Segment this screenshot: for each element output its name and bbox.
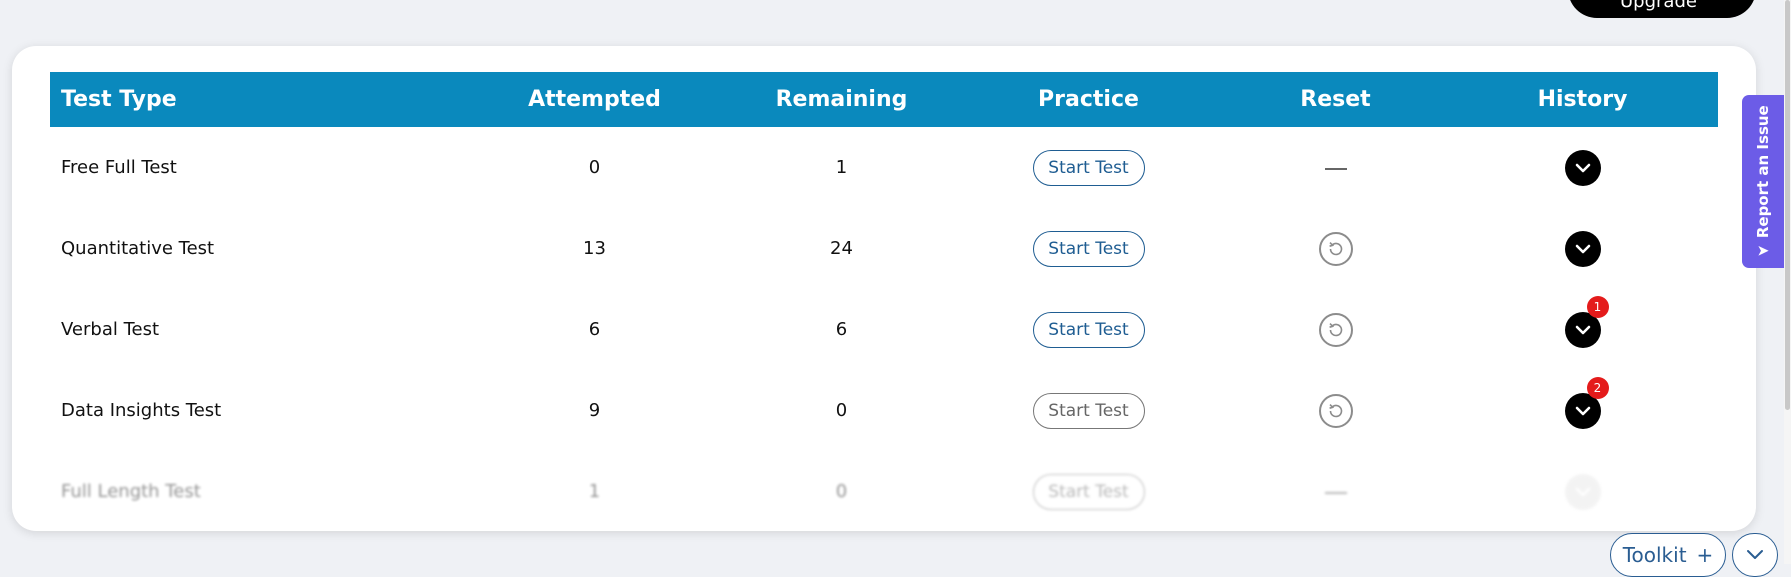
table-row: Free Full Test 0 1 Start Test: [50, 127, 1718, 208]
header-practice: Practice: [1038, 87, 1139, 112]
chevron-down-icon: [1747, 550, 1763, 559]
remaining-count: 6: [835, 319, 848, 340]
scrollbar-thumb[interactable]: [1785, 0, 1790, 410]
test-type-name: Quantitative Test: [61, 238, 215, 259]
table-row: Quantitative Test 13 24 Start Test: [50, 208, 1718, 289]
remaining-count: 24: [830, 238, 853, 259]
table-body: Free Full Test 0 1 Start Test Quantitati…: [50, 127, 1718, 531]
header-test-type: Test Type: [61, 87, 177, 112]
table-row: Data Insights Test 9 0 Start Test 2: [50, 370, 1718, 451]
history-count-badge: 2: [1586, 376, 1609, 399]
toolkit-label: Toolkit: [1622, 543, 1687, 567]
plus-icon: +: [1696, 543, 1714, 567]
start-test-button[interactable]: Start Test: [1032, 230, 1145, 267]
chevron-down-icon: [1564, 149, 1601, 186]
table-header: Test Type Attempted Remaining Practice R…: [50, 72, 1718, 127]
attempted-count: 1: [588, 481, 601, 502]
header-attempted: Attempted: [528, 87, 661, 112]
table-row: Full Length Test 1 0 Start Test: [50, 451, 1718, 531]
history-toggle[interactable]: 2: [1564, 376, 1609, 429]
top-pill-button[interactable]: Upgrade: [1568, 0, 1756, 18]
start-test-button[interactable]: Start Test: [1032, 392, 1145, 429]
reset-icon[interactable]: [1318, 312, 1353, 347]
attempted-count: 6: [588, 319, 601, 340]
start-test-button[interactable]: Start Test: [1032, 149, 1145, 186]
toolkit-button[interactable]: Toolkit +: [1610, 533, 1726, 577]
start-test-button[interactable]: Start Test: [1032, 311, 1145, 348]
chevron-down-icon: [1564, 473, 1601, 510]
no-reset-dash: [1324, 167, 1347, 170]
header-reset: Reset: [1300, 87, 1371, 112]
chevron-down-icon: [1564, 230, 1601, 267]
history-toggle[interactable]: 1: [1564, 295, 1609, 348]
remaining-count: 0: [835, 481, 848, 502]
history-toggle[interactable]: [1564, 230, 1601, 267]
top-pill-label: Upgrade: [1620, 0, 1697, 12]
report-issue-tab[interactable]: ➤ Report an Issue: [1742, 95, 1784, 268]
test-type-name: Verbal Test: [61, 319, 160, 340]
start-test-button: Start Test: [1032, 473, 1145, 510]
send-arrow-icon: ➤: [1756, 241, 1770, 260]
test-type-name: Free Full Test: [61, 157, 177, 178]
attempted-count: 0: [588, 157, 601, 178]
history-toggle: [1564, 473, 1601, 510]
history-count-badge: 1: [1586, 295, 1609, 318]
header-remaining: Remaining: [775, 87, 908, 112]
test-type-name: Full Length Test: [61, 481, 201, 502]
remaining-count: 1: [835, 157, 848, 178]
test-type-name: Data Insights Test: [61, 400, 222, 421]
header-history: History: [1537, 87, 1628, 112]
remaining-count: 0: [835, 400, 848, 421]
no-reset-dash: [1324, 491, 1347, 494]
reset-icon[interactable]: [1318, 393, 1353, 428]
attempted-count: 13: [583, 238, 606, 259]
report-issue-label: Report an Issue: [1754, 105, 1772, 239]
history-toggle[interactable]: [1564, 149, 1601, 186]
attempted-count: 9: [588, 400, 601, 421]
test-types-card: Test Type Attempted Remaining Practice R…: [12, 46, 1756, 531]
expand-toggle[interactable]: [1732, 533, 1778, 577]
table-row: Verbal Test 6 6 Start Test 1: [50, 289, 1718, 370]
reset-icon[interactable]: [1318, 231, 1353, 266]
